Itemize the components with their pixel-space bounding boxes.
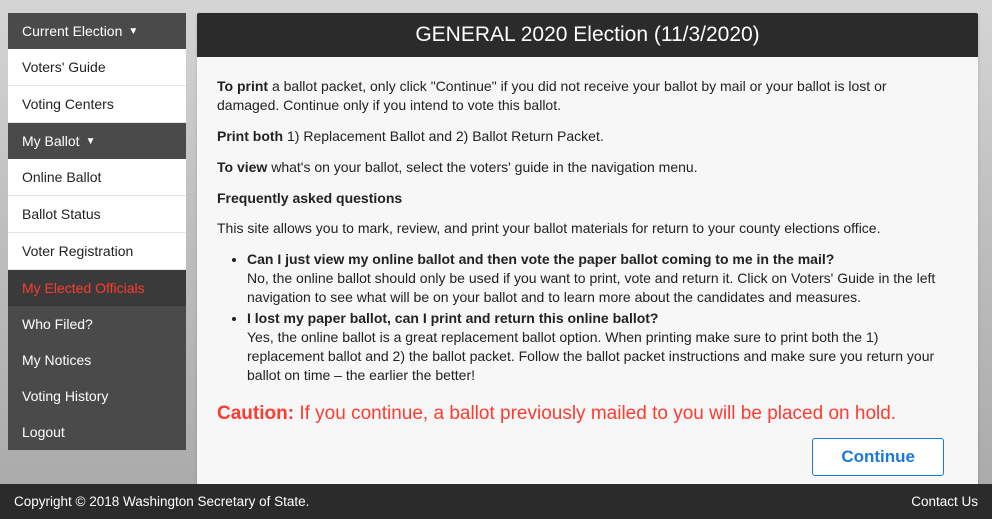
- faq-answer: No, the online ballot should only be use…: [247, 270, 935, 305]
- instruction-print-both: Print both 1) Replacement Ballot and 2) …: [217, 127, 952, 146]
- sidebar-item-label: My Notices: [22, 352, 91, 368]
- contact-us-link[interactable]: Contact Us: [911, 494, 978, 509]
- sidebar-item-my-notices[interactable]: My Notices: [8, 342, 186, 378]
- sidebar-header-current-election[interactable]: Current Election ▼: [8, 13, 186, 49]
- instruction-view: To view what's on your ballot, select th…: [217, 158, 952, 177]
- sidebar-item-label: Voting History: [22, 388, 108, 404]
- sidebar-item-label: Voting Centers: [22, 96, 114, 112]
- sidebar-item-my-ballot[interactable]: My Ballot ▼: [8, 123, 186, 159]
- caution-message: Caution: If you continue, a ballot previ…: [217, 401, 952, 427]
- sidebar-item-voting-centers[interactable]: Voting Centers: [8, 86, 186, 123]
- caution-label: Caution:: [217, 403, 294, 424]
- faq-item: Can I just view my online ballot and the…: [247, 250, 952, 307]
- faq-question: Can I just view my online ballot and the…: [247, 251, 834, 267]
- strong-text: Frequently asked questions: [217, 190, 402, 206]
- chevron-down-icon: ▼: [86, 136, 96, 147]
- strong-text: To view: [217, 159, 267, 175]
- sidebar-item-my-elected-officials[interactable]: My Elected Officials: [8, 270, 186, 306]
- button-row: Continue: [217, 438, 952, 476]
- sidebar-item-label: Who Filed?: [22, 316, 93, 332]
- sidebar-item-label: My Ballot: [22, 133, 80, 149]
- faq-item: I lost my paper ballot, can I print and …: [247, 309, 952, 385]
- instruction-print: To print a ballot packet, only click "Co…: [217, 77, 952, 115]
- panel-body: To print a ballot packet, only click "Co…: [197, 57, 978, 494]
- strong-text: To print: [217, 78, 268, 94]
- caution-text: If you continue, a ballot previously mai…: [294, 403, 896, 424]
- faq-answer: Yes, the online ballot is a great replac…: [247, 329, 934, 383]
- sidebar-item-label: Logout: [22, 424, 65, 440]
- main-content: GENERAL 2020 Election (11/3/2020) To pri…: [186, 0, 992, 494]
- faq-intro: This site allows you to mark, review, an…: [217, 219, 952, 238]
- sidebar-item-online-ballot[interactable]: Online Ballot: [8, 159, 186, 196]
- body-text: what's on your ballot, select the voters…: [267, 159, 697, 175]
- sidebar-item-label: Online Ballot: [22, 169, 101, 185]
- sidebar-item-voter-registration[interactable]: Voter Registration: [8, 233, 186, 270]
- sidebar-header-label: Current Election: [22, 23, 122, 39]
- sidebar-item-label: Ballot Status: [22, 206, 101, 222]
- chevron-down-icon: ▼: [128, 26, 138, 37]
- sidebar-item-label: Voter Registration: [22, 243, 133, 259]
- body-text: a ballot packet, only click "Continue" i…: [217, 78, 887, 113]
- content-panel: GENERAL 2020 Election (11/3/2020) To pri…: [197, 13, 978, 494]
- sidebar-item-logout[interactable]: Logout: [8, 414, 186, 450]
- sidebar: Current Election ▼ Voters' Guide Voting …: [0, 0, 186, 494]
- footer: Copyright © 2018 Washington Secretary of…: [0, 484, 992, 519]
- sidebar-item-label: Voters' Guide: [22, 59, 106, 75]
- copyright-text: Copyright © 2018 Washington Secretary of…: [14, 494, 309, 509]
- faq-heading: Frequently asked questions: [217, 189, 952, 208]
- sidebar-item-label: My Elected Officials: [22, 280, 145, 296]
- faq-question: I lost my paper ballot, can I print and …: [247, 310, 658, 326]
- sidebar-item-ballot-status[interactable]: Ballot Status: [8, 196, 186, 233]
- strong-text: Print both: [217, 128, 283, 144]
- page-title: GENERAL 2020 Election (11/3/2020): [197, 13, 978, 57]
- sidebar-item-voters-guide[interactable]: Voters' Guide: [8, 49, 186, 86]
- sidebar-item-voting-history[interactable]: Voting History: [8, 378, 186, 414]
- sidebar-item-who-filed[interactable]: Who Filed?: [8, 306, 186, 342]
- faq-list: Can I just view my online ballot and the…: [217, 250, 952, 384]
- continue-button[interactable]: Continue: [812, 438, 944, 476]
- body-text: 1) Replacement Ballot and 2) Ballot Retu…: [283, 128, 604, 144]
